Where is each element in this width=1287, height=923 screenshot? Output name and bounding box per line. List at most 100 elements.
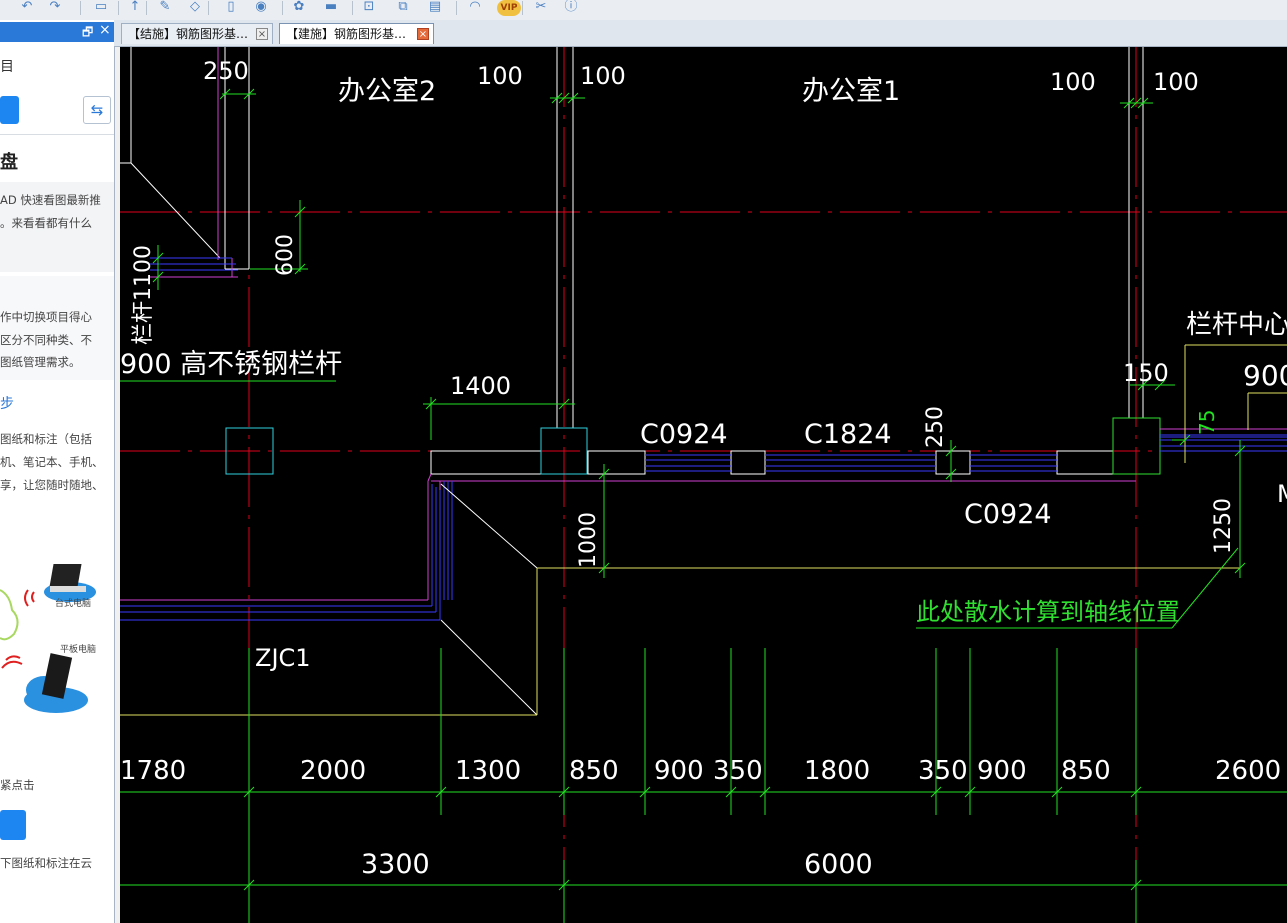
dim-label-bottom: 350 xyxy=(713,756,763,786)
wall-segment xyxy=(935,450,971,475)
vip-label: VIP xyxy=(500,3,518,13)
dim-label-bottom: 2600 xyxy=(1215,756,1281,786)
dim-label-bottom: 2000 xyxy=(300,756,366,786)
desktop-label: 台式电脑 xyxy=(55,599,92,609)
note-leader xyxy=(1171,547,1239,629)
dim-label-bottom: 850 xyxy=(569,756,619,786)
vip-icon[interactable]: VIP xyxy=(497,0,521,16)
info-icon[interactable]: ⓘ xyxy=(562,0,580,14)
dim-label: 1250 xyxy=(1211,498,1236,554)
tablet-label: 平板电脑 xyxy=(60,645,97,655)
dim-label-bottom: 900 xyxy=(654,756,704,786)
dim-label: 1000 xyxy=(576,512,601,568)
intro-card: AD 快速看图最新推 。来看看都有什么 xyxy=(0,182,114,272)
wall-segment xyxy=(430,450,542,475)
railing-label: 900 高不锈钢栏杆 xyxy=(120,349,342,380)
component-label: ZJC1 xyxy=(255,644,311,672)
dim-label-bottom: 3300 xyxy=(361,849,430,880)
toolbar-separator xyxy=(146,1,147,15)
tab-label: 【建施】钢筋图形基… xyxy=(286,27,407,41)
sync-line: 享，让您随时随地、 xyxy=(0,478,104,492)
wall-line xyxy=(440,619,538,716)
dim-label: 600 xyxy=(273,234,298,276)
toolbar-separator xyxy=(282,1,283,15)
window-label: C1824 xyxy=(804,419,892,450)
note-label: 栏杆中心线 xyxy=(1186,310,1287,340)
restore-button[interactable]: 🗗 xyxy=(82,23,93,44)
dim-label: 250 xyxy=(923,406,948,448)
dim-label: 75 xyxy=(1195,410,1219,435)
eye-icon[interactable]: ◉ xyxy=(252,0,270,14)
section-title: 盘 xyxy=(0,152,18,173)
wall-segment xyxy=(587,450,646,475)
dim-label-bottom: 350 xyxy=(918,756,968,786)
settings-icon[interactable]: ✿ xyxy=(290,0,308,14)
tab-bar: 【结施】钢筋图形基… × 【建施】钢筋图形基… × xyxy=(114,20,1287,47)
toolbar-separator xyxy=(80,1,81,15)
cta-button[interactable] xyxy=(0,810,26,840)
wall-line xyxy=(130,162,221,259)
user-icon[interactable]: ◠ xyxy=(466,0,484,14)
print-icon[interactable]: ▤ xyxy=(426,0,444,14)
intro-line: AD 快速看图最新推 xyxy=(0,193,101,207)
toolbar-separator xyxy=(208,1,209,15)
dim-label-bottom: 1300 xyxy=(455,756,521,786)
delete-icon[interactable]: ▯ xyxy=(222,0,240,14)
tab-architectural[interactable]: 【建施】钢筋图形基… × xyxy=(279,23,434,44)
dim-label-bottom: 6000 xyxy=(804,849,873,880)
toolbar-separator xyxy=(352,1,353,15)
pin-icon[interactable]: ↑ xyxy=(126,0,144,14)
zoom-icon[interactable]: ⊡ xyxy=(360,0,378,14)
eraser-icon[interactable]: ◇ xyxy=(186,0,204,14)
cloud-devices-illustration xyxy=(0,564,96,713)
footer-text: 下图纸和标注在云 xyxy=(0,856,92,870)
window-icon[interactable]: ⧉ xyxy=(394,0,412,14)
tab-label: 【结施】钢筋图形基… xyxy=(128,27,249,41)
divider xyxy=(0,134,114,135)
dim-label: 100 xyxy=(1050,68,1096,96)
undo-icon[interactable]: ↶ xyxy=(18,0,36,14)
desc-line: 作中切换项目得心 xyxy=(0,310,92,324)
dim-label: 150 xyxy=(1123,359,1169,387)
sync-icon[interactable]: ⇆ xyxy=(83,96,111,124)
cta-text: 紧点击 xyxy=(0,778,35,792)
panel-item-label: 目 xyxy=(0,59,14,75)
window-label: C0924 xyxy=(640,419,728,450)
cad-drawing: 1780 2000 1300 850 900 350 1800 350 900 850 2600 33… xyxy=(120,47,1287,923)
left-panel: 🗗 × 目 ⇆ 盘 AD 快速看图最新推 。来看看都有什么 作中切换项目得心 区… xyxy=(0,20,115,923)
drawing-canvas[interactable]: 1780 2000 1300 850 900 350 1800 350 900 850 2600 33… xyxy=(120,47,1287,923)
tools-icon[interactable]: ✂ xyxy=(532,0,550,14)
panel-header: 🗗 × xyxy=(0,22,114,42)
toolbar-separator xyxy=(522,1,523,15)
dim-label: 100 xyxy=(477,62,523,90)
desc-line: 区分不同种类、不 xyxy=(0,333,92,347)
railing-label: 栏杆1100 xyxy=(131,245,156,345)
railing-line xyxy=(427,473,432,482)
desc-line: 图纸管理需求。 xyxy=(0,355,81,369)
tab-close-icon[interactable]: × xyxy=(256,28,268,40)
search-button[interactable] xyxy=(0,96,19,124)
dim-label: 900 xyxy=(1243,359,1287,392)
intro-line: 。来看看都有什么 xyxy=(0,216,92,230)
dim-label: 1400 xyxy=(450,372,511,400)
pen-icon[interactable]: ✎ xyxy=(156,0,174,14)
tab-structural[interactable]: 【结施】钢筋图形基… × xyxy=(121,23,273,44)
sync-link[interactable]: 步 xyxy=(0,393,14,413)
desc-card: 作中切换项目得心 区分不同种类、不 图纸管理需求。 xyxy=(0,276,114,380)
dim-label: 100 xyxy=(1153,68,1199,96)
dim-label: M xyxy=(1277,480,1287,508)
toolbar-separator xyxy=(456,1,457,15)
close-panel-button[interactable]: × xyxy=(99,22,111,38)
dim-label-bottom: 850 xyxy=(1061,756,1111,786)
note-label: 此处散水计算到轴线位置 xyxy=(916,598,1180,626)
dim-label-bottom: 1780 xyxy=(120,756,186,786)
tab-close-icon[interactable]: × xyxy=(417,28,429,40)
measure-icon[interactable]: ▭ xyxy=(92,0,110,14)
toolbar-separator xyxy=(118,1,119,15)
dim-label-bottom: 900 xyxy=(977,756,1027,786)
ruler-icon[interactable]: ▬ xyxy=(322,0,340,14)
wall-segment xyxy=(1056,450,1114,475)
redo-icon[interactable]: ↷ xyxy=(46,0,64,14)
wall-segment xyxy=(730,450,766,475)
dim-label: 250 xyxy=(203,57,249,85)
